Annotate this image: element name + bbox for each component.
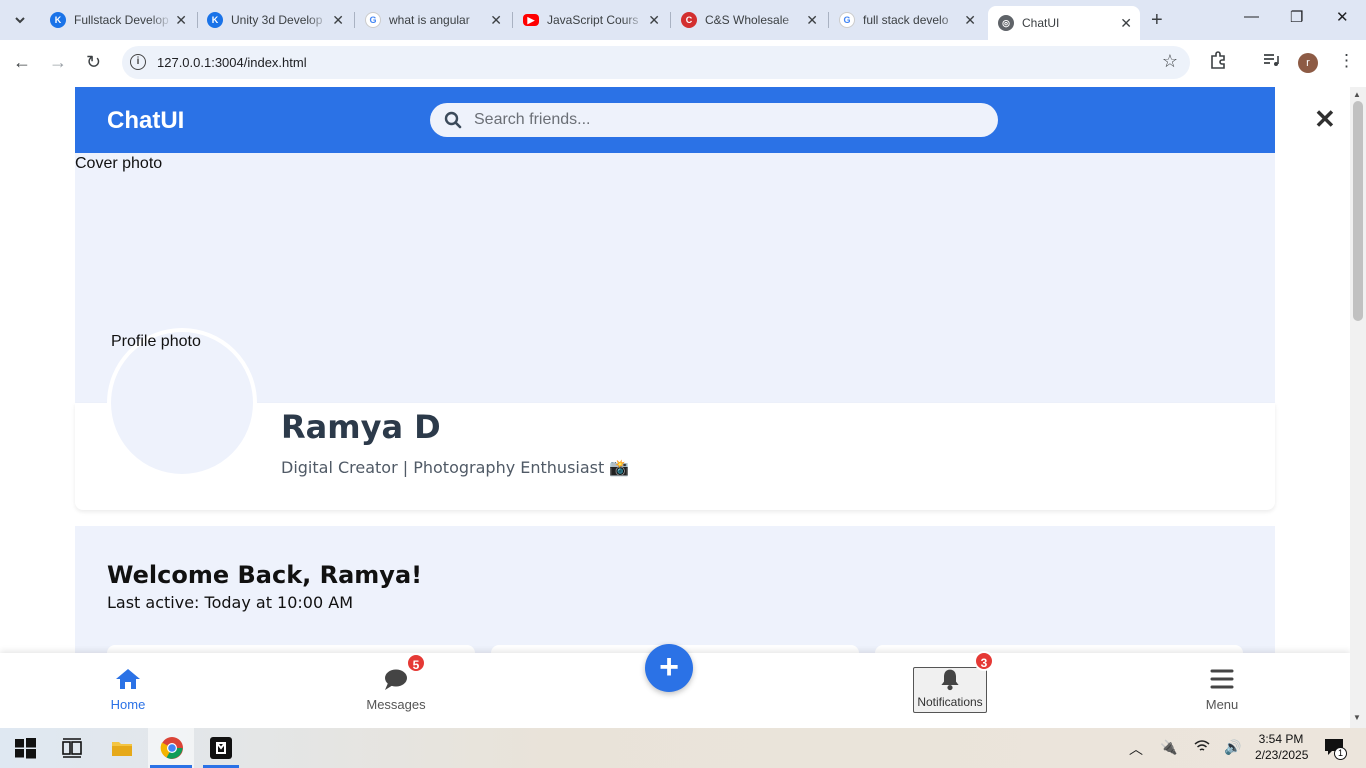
minimize-icon[interactable]: — xyxy=(1244,8,1259,25)
tab-fullstack-search[interactable]: G full stack develo ✕ xyxy=(829,6,984,34)
system-clock[interactable]: 3:54 PM 2/23/2025 xyxy=(1255,731,1308,763)
bottom-navigation: Home Messages 5 + Notifications 3 Menu xyxy=(0,644,1350,728)
new-tab-button[interactable]: + xyxy=(1151,9,1163,32)
page-viewport: ChatUI ✕ Cover photo Profile photo Ramya… xyxy=(0,87,1350,728)
chrome-menu-icon[interactable]: ⋮ xyxy=(1338,51,1355,71)
site-info-icon[interactable]: i xyxy=(130,54,146,70)
google-icon: G xyxy=(839,12,855,28)
scroll-thumb[interactable] xyxy=(1353,101,1363,321)
search-icon xyxy=(444,111,462,129)
chrome-icon[interactable] xyxy=(160,736,184,760)
app-header: ChatUI xyxy=(75,87,1275,153)
cs-icon: C xyxy=(681,12,697,28)
wifi-icon[interactable] xyxy=(1194,739,1210,756)
welcome-title: Welcome Back, Ramya! xyxy=(107,561,423,589)
extensions-icon[interactable] xyxy=(1209,51,1227,74)
cover-photo: Cover photo xyxy=(75,153,1275,403)
messages-badge: 5 xyxy=(406,653,426,673)
nav-home[interactable]: Home xyxy=(78,665,178,712)
notification-count-badge: 1 xyxy=(1334,747,1347,760)
scroll-down-arrow-icon[interactable]: ▼ xyxy=(1353,713,1361,722)
terminal-app-icon[interactable] xyxy=(209,736,233,760)
nav-menu[interactable]: Menu xyxy=(1172,665,1272,712)
file-explorer-icon[interactable] xyxy=(110,736,134,760)
reload-icon[interactable]: ↻ xyxy=(86,52,101,73)
browser-toolbar: ← → ↻ i 127.0.0.1:3004/index.html ☆ ⋮ xyxy=(0,40,1366,86)
browser-tab-strip: K Fullstack Develop ✕ K Unity 3d Develop… xyxy=(0,0,1366,40)
knowledge-icon: K xyxy=(50,12,66,28)
globe-icon: ◎ xyxy=(998,15,1014,31)
window-close-icon[interactable]: ✕ xyxy=(1336,8,1349,26)
hamburger-menu-icon xyxy=(1210,669,1234,689)
cover-photo-alt-text: Cover photo xyxy=(75,155,163,172)
tab-search-button[interactable] xyxy=(8,8,32,32)
tab-chatui[interactable]: ◎ ChatUI ✕ xyxy=(988,6,1140,40)
bookmark-star-icon[interactable]: ☆ xyxy=(1162,51,1178,72)
tab-cs-wholesale[interactable]: C C&S Wholesale ✕ xyxy=(671,6,826,34)
notifications-badge: 3 xyxy=(974,651,994,671)
media-control-icon[interactable] xyxy=(1262,51,1280,74)
back-arrow-icon[interactable]: ← xyxy=(13,52,31,73)
nav-messages[interactable]: Messages xyxy=(346,665,446,712)
page-scrollbar[interactable]: ▲ ▼ xyxy=(1350,87,1366,728)
restore-icon[interactable]: ❐ xyxy=(1290,8,1303,26)
tab-close-icon[interactable]: ✕ xyxy=(1120,15,1132,32)
scroll-up-arrow-icon[interactable]: ▲ xyxy=(1353,90,1361,99)
windows-start-icon[interactable] xyxy=(13,736,37,760)
tab-close-icon[interactable]: ✕ xyxy=(806,12,818,29)
chat-bubble-icon xyxy=(385,669,407,690)
profile-avatar[interactable]: r xyxy=(1298,53,1318,73)
close-icon[interactable]: ✕ xyxy=(1314,104,1336,135)
last-active-text: Last active: Today at 10:00 AM xyxy=(107,593,353,612)
tab-close-icon[interactable]: ✕ xyxy=(490,12,502,29)
forward-arrow-icon[interactable]: → xyxy=(49,52,67,73)
search-bar[interactable] xyxy=(430,103,998,137)
google-icon: G xyxy=(365,12,381,28)
tab-unity[interactable]: K Unity 3d Develop ✕ xyxy=(197,6,352,34)
action-center-icon[interactable]: 1 xyxy=(1324,738,1347,760)
knowledge-icon: K xyxy=(207,12,223,28)
create-post-button[interactable]: + xyxy=(645,644,693,692)
chevron-down-icon xyxy=(15,17,25,24)
tab-fullstack[interactable]: K Fullstack Develop ✕ xyxy=(40,6,195,34)
home-icon xyxy=(116,669,140,689)
address-bar[interactable]: i 127.0.0.1:3004/index.html ☆ xyxy=(122,46,1190,79)
search-input[interactable] xyxy=(474,110,974,130)
nav-menu-label: Menu xyxy=(1205,697,1239,712)
profile-bio: Digital Creator | Photography Enthusiast… xyxy=(281,458,630,477)
tab-close-icon[interactable]: ✕ xyxy=(175,12,187,29)
tray-overflow-icon[interactable]: ︿ xyxy=(1129,739,1143,759)
tab-close-icon[interactable]: ✕ xyxy=(332,12,344,29)
url-text[interactable]: 127.0.0.1:3004/index.html xyxy=(157,55,307,70)
profile-name: Ramya D xyxy=(281,408,441,446)
nav-notifications-label: Notifications xyxy=(917,695,983,709)
windows-taskbar: ︿ 🔌 🔊 3:54 PM 2/23/2025 1 xyxy=(0,728,1366,768)
brand-logo[interactable]: ChatUI xyxy=(107,107,184,135)
volume-icon[interactable]: 🔊 xyxy=(1224,739,1241,756)
bell-icon xyxy=(941,669,959,691)
nav-notifications[interactable]: Notifications xyxy=(900,667,1000,709)
tab-close-icon[interactable]: ✕ xyxy=(648,12,660,29)
tab-close-icon[interactable]: ✕ xyxy=(964,12,976,29)
tab-angular[interactable]: G what is angular ✕ xyxy=(355,6,510,34)
youtube-icon: ▶ xyxy=(523,14,539,26)
nav-home-label: Home xyxy=(110,697,146,712)
battery-plug-icon[interactable]: 🔌 xyxy=(1160,739,1177,756)
task-view-icon[interactable] xyxy=(60,736,84,760)
nav-messages-label: Messages xyxy=(366,697,426,712)
tab-javascript[interactable]: ▶ JavaScript Cours ✕ xyxy=(513,6,668,34)
profile-photo-alt-text: Profile photo xyxy=(111,333,201,350)
